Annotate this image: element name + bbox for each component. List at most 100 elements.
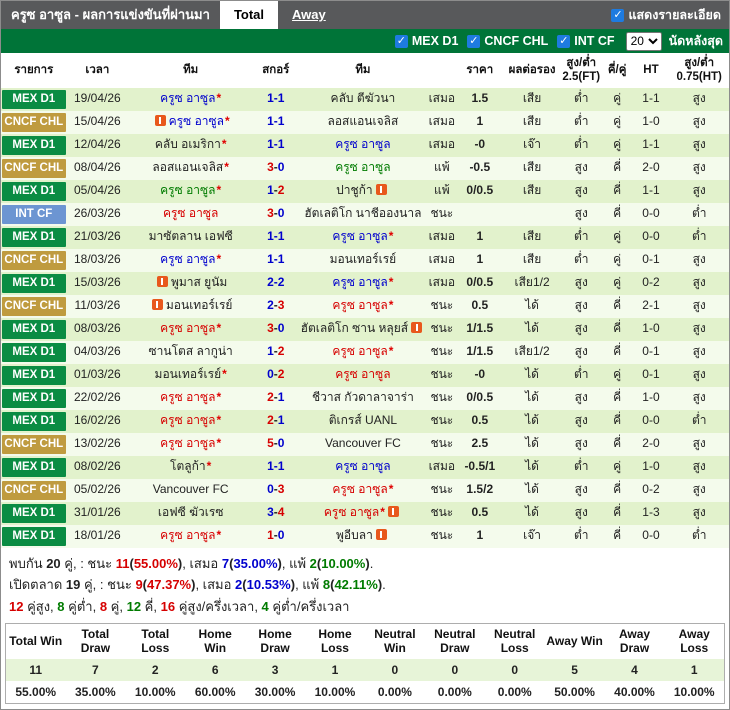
team-name: พูอีบลา (336, 528, 373, 542)
home-team: ครูซ อาซูล* (128, 318, 253, 341)
handicap-price: 1 (456, 525, 503, 548)
match-result: เสมอ (428, 226, 457, 249)
match-count-select[interactable]: 20 (626, 32, 662, 51)
stats-percent: 0.00% (425, 681, 485, 704)
home-star-icon: * (207, 459, 212, 473)
col-header-time: เวลา (67, 53, 129, 88)
team-name: ครูซ อาซูล (160, 183, 215, 197)
match-row: MEX D1 08/02/26 โตลูก้า* 1-1 ครูซ อาซูล … (1, 456, 729, 479)
ht-score: 1-0 (633, 111, 670, 134)
over-under-ht: สูง (669, 387, 729, 410)
match-date: 13/02/26 (67, 433, 129, 456)
alert-icon (376, 529, 387, 540)
match-date: 08/02/26 (67, 456, 129, 479)
team-name: มอนเทอร์เรย์ (166, 298, 233, 312)
odd-even: คู่ (602, 134, 633, 157)
odd-even: คี่ (602, 479, 633, 502)
handicap-price: 1 (456, 226, 503, 249)
summary-line-2: เปิดตลาด 19 คู่, : ชนะ 9(47.37%), เสมอ 2… (9, 574, 721, 595)
away-team: ครูซ อาซูล (298, 134, 427, 157)
league-filter-cncf-chl[interactable]: ✓CNCF CHL (467, 34, 548, 48)
handicap-result: เสีย1/2 (503, 341, 560, 364)
over-under-ft: สูง (561, 410, 602, 433)
stats-percent: 10.00% (125, 681, 185, 704)
over-under-ft: ต่ำ (561, 134, 602, 157)
match-date: 05/02/26 (67, 479, 129, 502)
home-star-icon: * (389, 275, 394, 289)
col-header-score: สกอร์ (253, 53, 298, 88)
team-name: ฮัตเลติโก ซาน หลุยส์ (301, 321, 408, 335)
home-star-icon: * (217, 413, 222, 427)
league-badge: MEX D1 (2, 366, 66, 385)
odd-even: คี่ (602, 180, 633, 203)
league-badge: MEX D1 (2, 136, 66, 155)
stats-percent: 55.00% (6, 681, 66, 704)
match-row: MEX D1 04/03/26 ซานโตส ลากูน่า 1-2 ครูซ … (1, 341, 729, 364)
handicap-result: ได้ (503, 295, 560, 318)
over-under-ht: ต่ำ (669, 226, 729, 249)
away-team: ครูซ อาซูล* (298, 341, 427, 364)
handicap-result: ได้ (503, 318, 560, 341)
checkbox-checked-icon[interactable]: ✓ (467, 35, 480, 48)
stats-percent: 40.00% (605, 681, 665, 704)
team-name: ครูซ อาซูล (160, 436, 215, 450)
odd-even: คี่ (602, 157, 633, 180)
ht-score: 0-0 (633, 525, 670, 548)
handicap-result: ได้ (503, 479, 560, 502)
over-under-ht: สูง (669, 88, 729, 111)
team-name: ครูซ อาซูล (160, 252, 215, 266)
stats-percents-row: 55.00%35.00%10.00%60.00%30.00%10.00%0.00… (6, 681, 725, 704)
away-team: ครูซ อาซูล* (298, 226, 427, 249)
over-under-ht: สูง (669, 341, 729, 364)
team-name: ติเกรส์ UANL (329, 413, 397, 427)
col-header-away: ทีม (298, 53, 427, 88)
col-header-ht: HT (633, 53, 670, 88)
stats-col-neutral-win: Neutral Win (365, 624, 425, 659)
league-filter-int-cf[interactable]: ✓ INT CF (557, 34, 614, 48)
ht-score: 0-2 (633, 272, 670, 295)
checkbox-checked-icon[interactable]: ✓ (611, 9, 624, 22)
odd-even: คี่ (602, 502, 633, 525)
tab-away[interactable]: Away (278, 1, 340, 29)
over-under-ft: สูง (561, 502, 602, 525)
handicap-result: เสีย (503, 88, 560, 111)
tab-total[interactable]: Total (220, 1, 278, 29)
stats-count: 11 (6, 659, 66, 681)
checkbox-checked-icon[interactable]: ✓ (557, 35, 570, 48)
league-badge: CNCF CHL (2, 435, 66, 454)
match-date: 04/03/26 (67, 341, 129, 364)
match-row: MEX D1 19/04/26 ครูซ อาซูล* 1-1 คลับ ตีฆ… (1, 88, 729, 111)
handicap-price: 1 (456, 111, 503, 134)
team-name: ครูซ อาซูล (160, 528, 215, 542)
league-badge: MEX D1 (2, 320, 66, 339)
col-header-ou-ft: สูง/ต่ำ 2.5(FT) (561, 53, 602, 88)
over-under-ht: สูง (669, 318, 729, 341)
checkbox-checked-icon[interactable]: ✓ (395, 35, 408, 48)
matches-table: รายการ เวลา ทีม สกอร์ ทีม ราคา ผลต่อรอง … (1, 53, 729, 548)
over-under-ft: ต่ำ (561, 111, 602, 134)
away-team: Vancouver FC (298, 433, 427, 456)
league-filter-mex-d1[interactable]: ✓MEX D1 (395, 34, 459, 48)
home-star-icon: * (217, 390, 222, 404)
stats-col-neutral-draw: Neutral Draw (425, 624, 485, 659)
match-date: 01/03/26 (67, 364, 129, 387)
stats-col-home-win: Home Win (185, 624, 245, 659)
match-result: ชนะ (428, 295, 457, 318)
team-name: ลอสแอนเจลิส (327, 114, 398, 128)
show-details-label: แสดงรายละเอียด (628, 5, 721, 25)
home-team: Vancouver FC (128, 479, 253, 502)
ht-score: 0-1 (633, 364, 670, 387)
home-team: ครูซ อาซูล* (128, 111, 253, 134)
summary-line-3: 12 คู่สูง, 8 คู่ต่ำ, 8 คู่, 12 คี่, 16 ค… (9, 596, 721, 617)
show-details-toggle[interactable]: ✓ แสดงรายละเอียด (611, 1, 729, 29)
over-under-ht: ต่ำ (669, 410, 729, 433)
league-filter-label: INT CF (574, 34, 614, 48)
match-row: CNCF CHL 08/04/26 ลอสแอนเจลิส* 3-0 ครูซ … (1, 157, 729, 180)
match-date: 16/02/26 (67, 410, 129, 433)
away-team: พูอีบลา (298, 525, 427, 548)
ht-score: 1-0 (633, 318, 670, 341)
ht-score: 0-0 (633, 410, 670, 433)
stats-count: 6 (185, 659, 245, 681)
away-team: ครูซ อาซูล (298, 157, 427, 180)
stats-count: 2 (125, 659, 185, 681)
